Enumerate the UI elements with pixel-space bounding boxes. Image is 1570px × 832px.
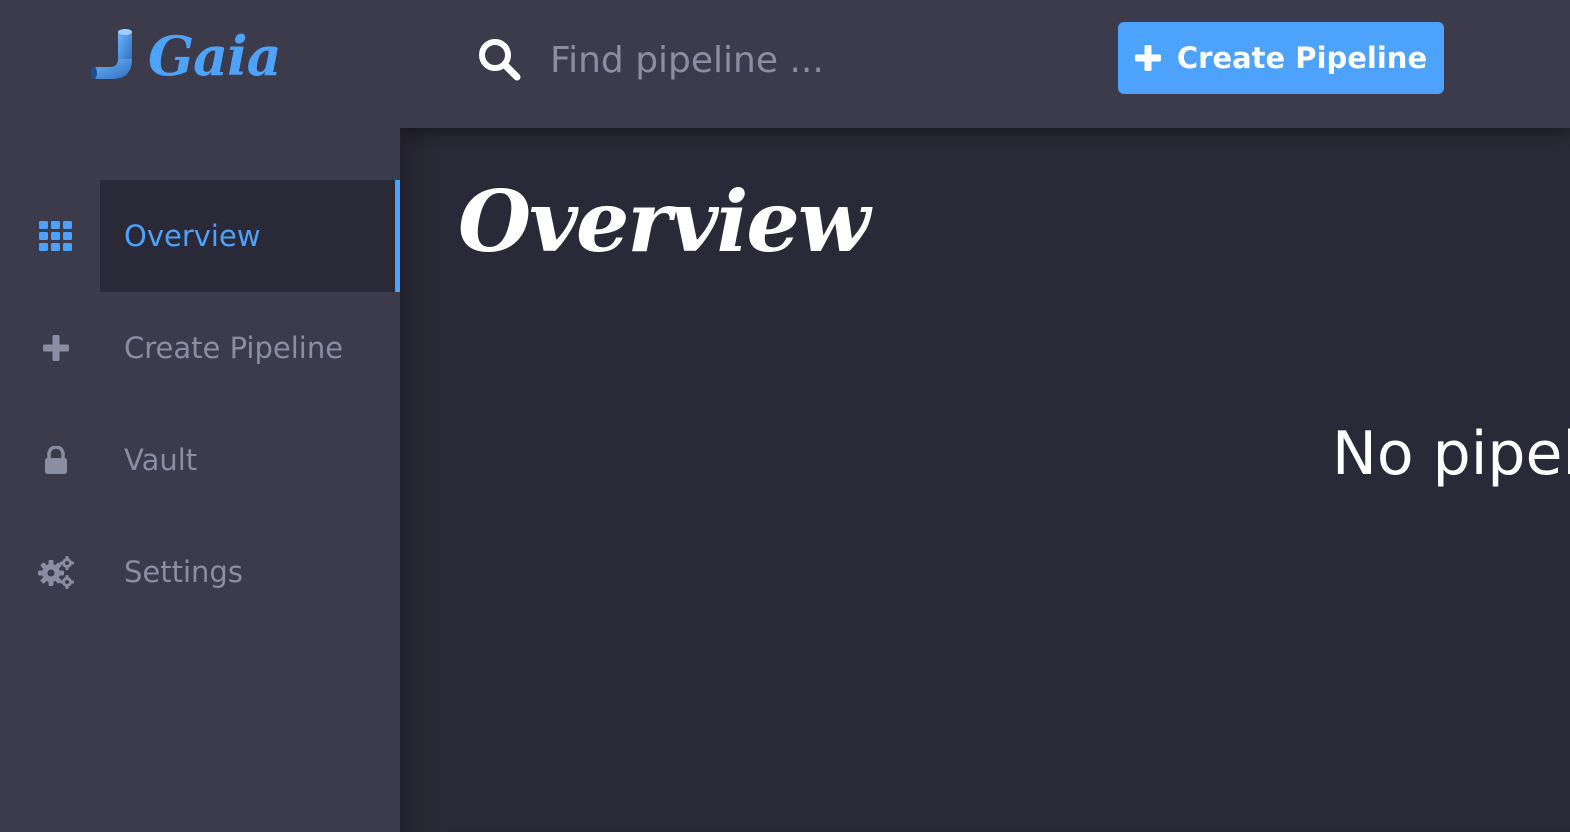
app-root: Gaia Overview Create Pipeline Vault Sett… xyxy=(0,0,1570,832)
sidebar-item-overview[interactable]: Overview xyxy=(0,180,400,292)
sidebar-item-settings[interactable]: Settings xyxy=(0,516,400,628)
gears-icon xyxy=(38,554,74,590)
pipe-logo-icon xyxy=(91,29,132,79)
grid-icon xyxy=(38,218,74,254)
sidebar: Gaia Overview Create Pipeline Vault Sett… xyxy=(0,0,400,832)
sidebar-item-label: Vault xyxy=(124,443,198,477)
sidebar-item-label: Overview xyxy=(124,219,261,253)
empty-state-message: No pipel xyxy=(1332,419,1570,489)
search-input[interactable] xyxy=(550,30,1070,90)
brand-name: Gaia xyxy=(148,24,282,88)
page-title: Overview xyxy=(458,172,870,271)
brand-logo[interactable]: Gaia xyxy=(88,18,282,94)
plus-icon xyxy=(38,330,74,366)
create-pipeline-button[interactable]: Create Pipeline xyxy=(1118,22,1444,94)
sidebar-item-label: Settings xyxy=(124,555,243,589)
sidebar-item-vault[interactable]: Vault xyxy=(0,404,400,516)
topbar: Create Pipeline xyxy=(400,0,1570,128)
lock-icon xyxy=(38,442,74,478)
sidebar-item-create-pipeline[interactable]: Create Pipeline xyxy=(0,292,400,404)
search-icon[interactable] xyxy=(476,36,522,82)
sidebar-item-label: Create Pipeline xyxy=(124,331,344,365)
create-pipeline-button-label: Create Pipeline xyxy=(1176,41,1428,75)
main-content: Overview No pipel xyxy=(400,128,1570,832)
plus-icon xyxy=(1134,45,1161,71)
